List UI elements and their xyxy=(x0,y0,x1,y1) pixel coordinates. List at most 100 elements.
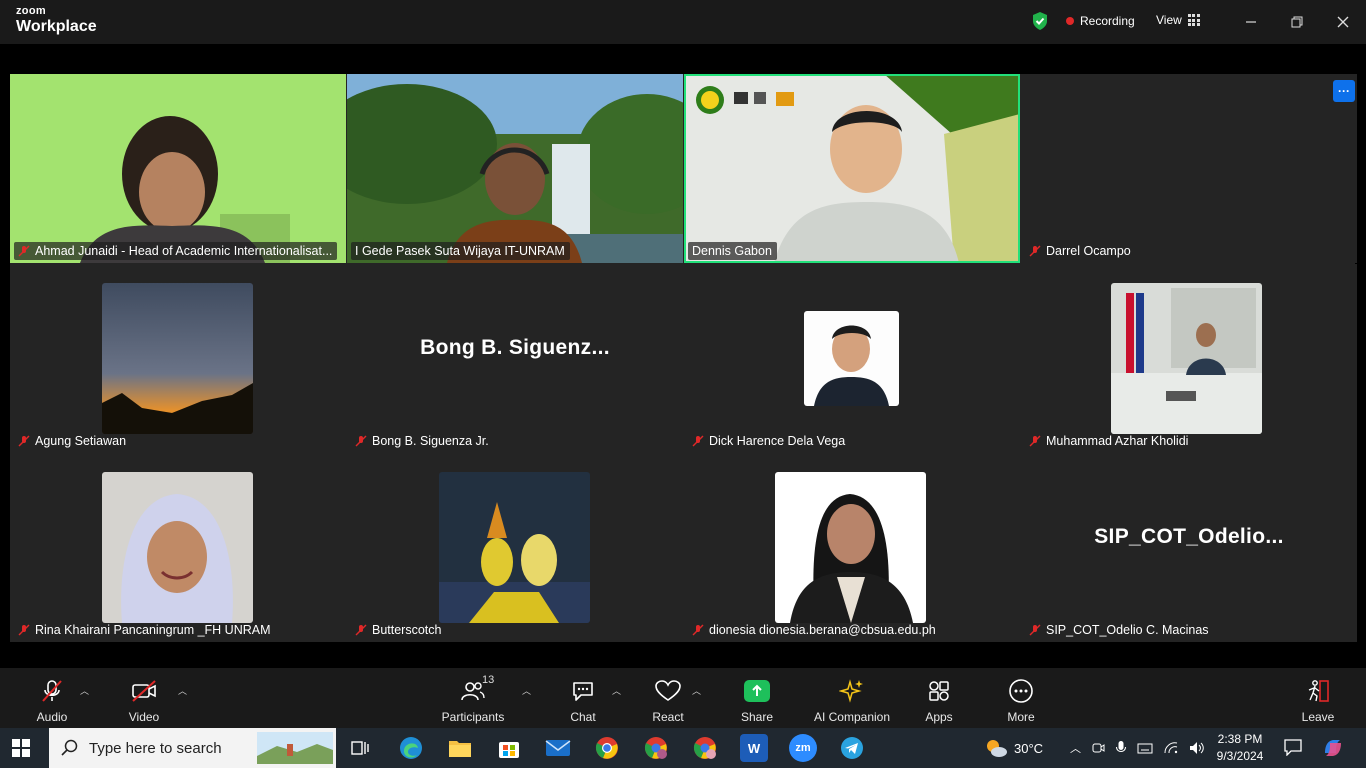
file-explorer-icon[interactable] xyxy=(446,734,474,762)
notifications-icon[interactable] xyxy=(1284,738,1302,761)
more-options-button[interactable]: ··· xyxy=(1333,80,1355,102)
minimize-button[interactable] xyxy=(1239,10,1263,34)
ai-companion-button[interactable]: AI Companion xyxy=(812,668,892,728)
title-bar: zoom Workplace Recording View xyxy=(0,0,1366,44)
store-icon[interactable] xyxy=(495,734,523,762)
participant-name-label: Agung Setiawan xyxy=(14,432,131,450)
system-tray: ︿ xyxy=(1070,728,1205,768)
restore-icon xyxy=(1291,16,1303,28)
participant-video xyxy=(684,74,1020,263)
participant-name: I Gede Pasek Suta Wijaya IT-UNRAM xyxy=(355,244,565,258)
video-tile-butterscotch[interactable]: Butterscotch xyxy=(347,453,683,642)
participant-avatar xyxy=(439,472,590,623)
video-options-chevron-icon[interactable]: ︿ xyxy=(178,684,187,697)
participant-avatar xyxy=(804,311,899,406)
react-options-chevron-icon[interactable]: ︿ xyxy=(692,684,701,697)
chat-options-chevron-icon[interactable]: ︿ xyxy=(612,684,621,697)
copilot-icon[interactable] xyxy=(1322,737,1344,764)
video-tile-muhammad[interactable]: Muhammad Azhar Kholidi xyxy=(1021,264,1357,453)
video-tile-bong[interactable]: Bong B. Siguenz... Bong B. Siguenza Jr. xyxy=(347,264,683,453)
taskbar-clock[interactable]: 2:38 PM 9/3/2024 xyxy=(1210,731,1270,765)
audio-button[interactable]: Audio xyxy=(34,668,70,728)
task-view-icon[interactable] xyxy=(346,734,374,762)
chrome-profile2-icon[interactable] xyxy=(691,734,719,762)
chat-button[interactable]: Chat xyxy=(565,668,601,728)
participant-name-label: Ahmad Junaidi - Head of Academic Interna… xyxy=(14,242,338,260)
video-off-icon xyxy=(132,680,156,702)
meet-now-icon[interactable] xyxy=(1091,741,1105,755)
chat-icon xyxy=(573,682,593,701)
ai-companion-label: AI Companion xyxy=(813,710,891,724)
video-tile-darrel[interactable]: ··· Darrel Ocampo xyxy=(1021,74,1357,263)
chrome-icon[interactable] xyxy=(593,734,621,762)
word-icon[interactable]: W xyxy=(740,734,768,762)
apps-button[interactable]: Apps xyxy=(922,668,956,728)
participant-video xyxy=(10,74,346,263)
clock-time: 2:38 PM xyxy=(1217,732,1263,746)
leave-button[interactable]: Leave xyxy=(1300,668,1336,728)
telegram-icon[interactable] xyxy=(838,734,866,762)
close-button[interactable] xyxy=(1331,10,1355,34)
muted-mic-icon xyxy=(42,680,62,702)
muted-mic-icon xyxy=(1029,245,1041,257)
mail-icon[interactable] xyxy=(544,734,572,762)
zoom-icon[interactable]: zm xyxy=(789,734,817,762)
tray-chevron-icon[interactable]: ︿ xyxy=(1070,740,1081,756)
recording-label: Recording xyxy=(1080,14,1135,28)
muted-mic-icon xyxy=(18,435,30,447)
audio-label: Audio xyxy=(36,710,68,724)
video-tile-agung[interactable]: Agung Setiawan xyxy=(10,264,346,453)
taskbar-search-input[interactable]: Type here to search xyxy=(49,728,336,768)
participants-count: 13 xyxy=(482,674,495,686)
participants-options-chevron-icon[interactable]: ︿ xyxy=(522,684,531,697)
video-tile-sip-cot[interactable]: SIP_COT_Odelio... SIP_COT_Odelio C. Maci… xyxy=(1021,453,1357,642)
more-dots-icon xyxy=(1009,679,1033,703)
video-tile-ahmad[interactable]: Ahmad Junaidi - Head of Academic Interna… xyxy=(10,74,346,263)
participant-name: Dennis Gabon xyxy=(692,244,772,258)
keyboard-language-icon[interactable] xyxy=(1137,741,1153,755)
chrome-profile-icon[interactable] xyxy=(642,734,670,762)
restore-button[interactable] xyxy=(1285,10,1309,34)
react-button[interactable]: React xyxy=(648,668,688,728)
video-tile-rina[interactable]: Rina Khairani Pancaningrum _FH UNRAM xyxy=(10,453,346,642)
participant-video xyxy=(347,74,683,263)
video-tile-dick[interactable]: Dick Harence Dela Vega xyxy=(684,264,1020,453)
minimize-icon xyxy=(1246,21,1256,23)
recording-indicator[interactable]: Recording xyxy=(1066,14,1135,28)
participant-name-label: Bong B. Siguenza Jr. xyxy=(351,432,494,450)
muted-mic-icon xyxy=(355,624,367,636)
video-tile-dionesia[interactable]: dionesia dionesia.berana@cbsua.edu.ph xyxy=(684,453,1020,642)
windows-start-icon[interactable] xyxy=(12,739,30,762)
gallery-view: Ahmad Junaidi - Head of Academic Interna… xyxy=(10,74,1357,642)
participant-name-label: Dick Harence Dela Vega xyxy=(688,432,850,450)
weather-widget[interactable]: 30°C xyxy=(984,728,1043,768)
audio-options-chevron-icon[interactable]: ︿ xyxy=(80,684,89,697)
search-placeholder: Type here to search xyxy=(89,739,222,757)
volume-icon[interactable] xyxy=(1189,741,1205,755)
more-button[interactable]: More xyxy=(1003,668,1039,728)
shield-check-icon[interactable] xyxy=(1031,11,1049,31)
participants-button[interactable]: 13 Participants xyxy=(440,668,506,728)
edge-icon[interactable] xyxy=(397,734,425,762)
windows-taskbar: Type here to search W zm 30°C ︿ 2:38 PM … xyxy=(0,728,1366,768)
zoom-logo: zoom Workplace xyxy=(16,6,97,35)
search-icon xyxy=(61,739,78,756)
share-button[interactable]: Share xyxy=(738,668,776,728)
microphone-icon[interactable] xyxy=(1115,740,1127,756)
video-tile-dennis[interactable]: Dennis Gabon xyxy=(684,74,1020,263)
participant-name: Darrel Ocampo xyxy=(1046,244,1131,258)
participant-name-label: Butterscotch xyxy=(351,621,446,639)
video-tile-igede[interactable]: I Gede Pasek Suta Wijaya IT-UNRAM xyxy=(347,74,683,263)
wifi-icon[interactable] xyxy=(1163,741,1179,755)
brand-top: zoom xyxy=(16,5,46,17)
video-button[interactable]: Video xyxy=(126,668,162,728)
close-icon xyxy=(1337,16,1349,28)
participant-display-name: Bong B. Siguenz... xyxy=(420,336,610,359)
participant-name: Rina Khairani Pancaningrum _FH UNRAM xyxy=(35,623,271,637)
meeting-toolbar: Audio ︿ Video ︿ 13 Participants ︿ Chat ︿… xyxy=(0,668,1366,728)
muted-mic-icon xyxy=(18,245,30,257)
view-button[interactable]: View xyxy=(1156,13,1200,27)
share-label: Share xyxy=(740,710,774,724)
participant-name: Bong B. Siguenza Jr. xyxy=(372,434,489,448)
view-label: View xyxy=(1156,13,1182,27)
